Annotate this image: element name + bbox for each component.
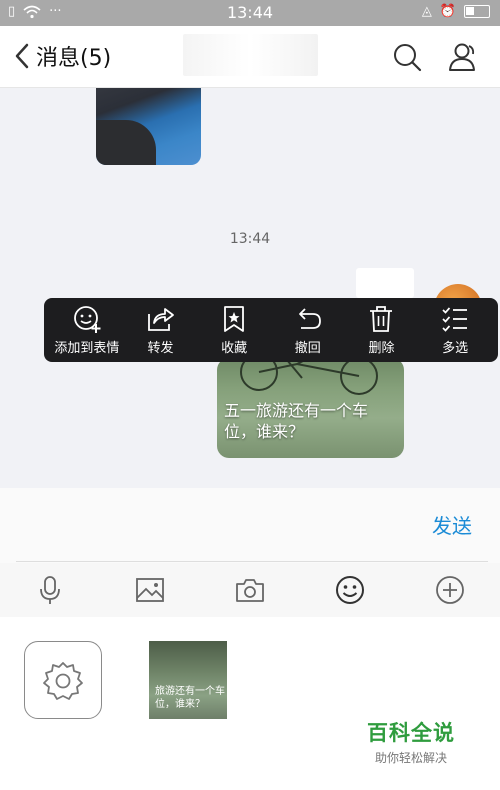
- status-bar: ▯ ··· 13:44 ◬ ⏰: [0, 0, 500, 26]
- menu-favorite[interactable]: 收藏: [199, 304, 269, 356]
- undo-icon: [298, 308, 321, 329]
- custom-emoji-thumbnail[interactable]: 旅游还有一个车位，谁来？: [149, 641, 227, 719]
- mute-icon: ◬: [421, 4, 432, 19]
- sender-name-redacted: [356, 268, 414, 298]
- thumbnail-caption: 旅游还有一个车位，谁来？: [155, 686, 225, 710]
- back-button[interactable]: 消息(5): [12, 40, 111, 72]
- emoji-icon: [336, 576, 364, 604]
- emoji-settings-button[interactable]: [24, 641, 102, 719]
- menu-label: 收藏: [221, 341, 248, 356]
- alarm-icon: ⏰: [439, 4, 456, 19]
- mic-icon: [40, 576, 60, 604]
- chevron-left-icon: [15, 43, 29, 69]
- image-caption: 五一旅游还有一个车位，谁来？: [224, 401, 369, 441]
- previous-image-message[interactable]: [96, 88, 201, 165]
- input-divider: [16, 561, 488, 562]
- back-label: 消息(5): [36, 46, 112, 71]
- emoji-panel: 旅游还有一个车位，谁来？ 百科全说 助你轻松解决: [0, 617, 500, 790]
- menu-forward[interactable]: 转发: [125, 304, 195, 356]
- bookmark-icon: [224, 306, 245, 332]
- multi-select-icon: [442, 307, 468, 332]
- menu-delete[interactable]: 删除: [346, 304, 416, 356]
- status-right-icons: ◬ ⏰: [422, 4, 490, 19]
- trash-icon: [370, 306, 393, 332]
- chat-header: 消息(5): [0, 26, 500, 88]
- battery-icon: [464, 5, 490, 18]
- menu-label: 撤回: [294, 341, 321, 356]
- emoji-button[interactable]: [300, 563, 400, 617]
- forward-icon: [148, 308, 175, 331]
- image-button[interactable]: [100, 563, 200, 617]
- chat-timestamp: 13:44: [229, 231, 271, 247]
- message-context-menu: 添加到表情 转发 收藏 撤回 删除 多选: [44, 298, 498, 362]
- watermark: 百科全说 助你轻松解决: [356, 717, 466, 766]
- menu-add-to-emoji[interactable]: 添加到表情: [52, 304, 122, 356]
- group-profile-icon[interactable]: [446, 40, 480, 74]
- image-icon: [136, 578, 164, 602]
- voice-button[interactable]: [0, 563, 100, 617]
- more-button[interactable]: [400, 563, 500, 617]
- search-icon[interactable]: [390, 40, 424, 74]
- watermark-title: 百科全说: [367, 721, 455, 745]
- menu-multi-select[interactable]: 多选: [420, 304, 490, 356]
- menu-label: 转发: [147, 341, 174, 356]
- watermark-subtitle: 助你轻松解决: [374, 751, 447, 765]
- gear-icon: [43, 662, 83, 700]
- menu-recall[interactable]: 撤回: [273, 304, 343, 356]
- bicycle-photo: [240, 358, 378, 395]
- add-emoji-icon: [73, 306, 101, 333]
- chat-title-redacted: [183, 34, 318, 76]
- plus-icon: [436, 576, 464, 604]
- menu-label: 多选: [442, 341, 469, 356]
- menu-label: 删除: [368, 341, 395, 356]
- chat-area[interactable]: 13:44 五一旅游还有一个车位，谁来？ 添加到表情 转发 收藏 撤回 删除 多…: [0, 88, 500, 488]
- input-toolbar: [0, 563, 500, 617]
- camera-button[interactable]: [200, 563, 300, 617]
- message-input-area[interactable]: 发送: [0, 488, 500, 563]
- camera-icon: [236, 579, 264, 602]
- send-button[interactable]: 发送: [432, 510, 472, 539]
- menu-label: 添加到表情: [54, 341, 120, 356]
- image-message[interactable]: 五一旅游还有一个车位，谁来？: [217, 358, 404, 458]
